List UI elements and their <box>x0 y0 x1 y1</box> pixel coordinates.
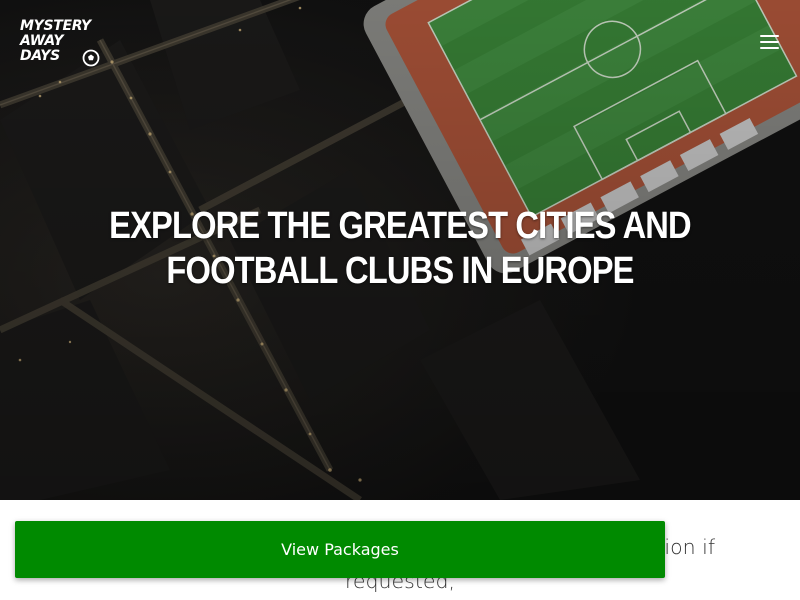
view-packages-button[interactable]: View Packages <box>15 521 665 578</box>
hero-section: MYSTERY AWAY DAYS EXPLORE THE GREATEST C… <box>0 0 800 500</box>
mystery-away-days-logo[interactable]: MYSTERY AWAY DAYS <box>20 19 102 67</box>
hero-headline: EXPLORE THE GREATEST CITIES AND FOOTBALL… <box>109 205 691 292</box>
football-icon <box>82 49 100 67</box>
logo-line-mystery: MYSTERY <box>20 18 91 34</box>
hamburger-menu-icon[interactable] <box>758 33 782 51</box>
logo-line-away: AWAY <box>20 33 64 49</box>
